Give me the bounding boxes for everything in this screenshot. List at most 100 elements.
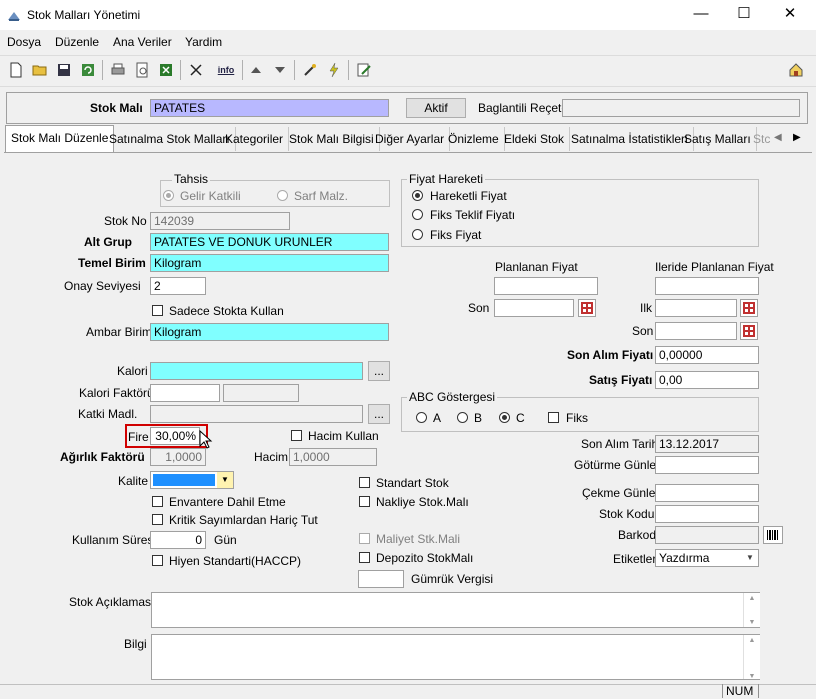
tab-satinalma-istatistikleri[interactable]: Satınalma İstatistikleri: [566, 127, 694, 151]
sadece-stokta-label: Sadece Stokta Kullan: [169, 304, 284, 318]
abc-c-radio[interactable]: [499, 412, 510, 423]
son-alim-tarihi-field: 13.12.2017: [655, 435, 759, 453]
hareketli-fiyat-radio[interactable]: [412, 190, 423, 201]
kritik-checkbox[interactable]: [152, 514, 163, 525]
open-folder-icon[interactable]: [30, 60, 50, 80]
planlanan-fiyat-field[interactable]: [494, 277, 598, 295]
etiketler-select[interactable]: Yazdırma: [655, 549, 759, 567]
bilgi-scrollbar[interactable]: ▲ ▼: [743, 635, 760, 680]
fire-field[interactable]: 30,00%: [150, 427, 200, 445]
alt-grup-field[interactable]: PATATES VE DONUK URUNLER: [150, 233, 389, 251]
bilgi-textarea[interactable]: [151, 634, 760, 680]
close-button[interactable]: ✕: [775, 4, 805, 26]
kullanim-suresi-label: Kullanım Süresi: [72, 533, 157, 547]
chevron-down-icon[interactable]: ▼: [217, 472, 233, 488]
temel-birim-field[interactable]: Kilogram: [150, 254, 389, 272]
calendar-icon[interactable]: [578, 299, 596, 317]
maximize-button[interactable]: ☐: [729, 4, 759, 26]
nakliye-checkbox[interactable]: [359, 496, 370, 507]
ileride-planlanan-field[interactable]: [655, 277, 759, 295]
fiks-fiyat-label: Fiks Fiyat: [430, 228, 482, 242]
toolbar-separator: [102, 60, 103, 80]
hiyen-checkbox[interactable]: [152, 555, 163, 566]
magic-wand-icon[interactable]: [300, 60, 320, 80]
standart-stok-checkbox[interactable]: [359, 477, 370, 488]
lightning-icon[interactable]: [324, 60, 344, 80]
abc-b-radio[interactable]: [457, 412, 468, 423]
aciklama-scrollbar[interactable]: ▲ ▼: [743, 593, 760, 627]
ileride-ilk-field[interactable]: [655, 299, 737, 317]
ambar-birimi-field[interactable]: Kilogram: [150, 323, 389, 341]
delete-icon[interactable]: [186, 60, 206, 80]
minimize-button[interactable]: —: [686, 4, 716, 26]
satis-fiyati-label: Satış Fiyatı: [589, 373, 653, 387]
fiks-fiyat-radio[interactable]: [412, 229, 423, 240]
tab-satinalma-stok-mallari[interactable]: Satınalma Stok Malları: [104, 127, 236, 151]
tab-scroll-right-icon[interactable]: ▶: [793, 132, 801, 143]
tahsis-legend: Tahsis: [172, 172, 211, 186]
kalori-field[interactable]: [150, 362, 363, 380]
gotume-gunleri-field[interactable]: [655, 456, 759, 474]
stok-kodu-field[interactable]: [655, 505, 759, 523]
barcode-icon[interactable]: [763, 526, 783, 544]
print-icon[interactable]: [108, 60, 128, 80]
katki-browse-button[interactable]: ...: [368, 404, 390, 424]
stok-mali-field[interactable]: PATATES: [150, 99, 389, 117]
chevron-down-icon[interactable]: ▼: [746, 553, 754, 562]
kalite-select[interactable]: ▼: [150, 471, 234, 489]
tab-scroll-left-icon[interactable]: ◀: [774, 132, 782, 143]
hacim-field: 1,0000: [289, 448, 377, 466]
menu-ana-veriler[interactable]: Ana Veriler: [113, 35, 172, 49]
home-icon[interactable]: [786, 60, 806, 80]
sadece-stokta-checkbox[interactable]: [152, 305, 163, 316]
fiks-teklif-radio[interactable]: [412, 209, 423, 220]
tab-onizleme[interactable]: Önizleme: [443, 127, 505, 151]
edit-notes-icon[interactable]: [354, 60, 374, 80]
calendar-icon[interactable]: [740, 322, 758, 340]
abc-b-label: B: [474, 411, 483, 425]
info-icon[interactable]: info: [212, 60, 240, 80]
menu-dosya[interactable]: Dosya: [7, 35, 41, 49]
arrow-up-icon[interactable]: [246, 60, 266, 80]
kalori-browse-button[interactable]: ...: [368, 361, 390, 381]
kalori-faktoru-field[interactable]: [150, 384, 220, 402]
tab-kategoriler[interactable]: Kategoriler: [220, 127, 290, 151]
son-alim-fiyati-field[interactable]: 0,00000: [655, 346, 759, 364]
maliyet-checkbox[interactable]: [359, 533, 370, 544]
status-bar: [0, 684, 816, 699]
satis-fiyati-field[interactable]: 0,00: [655, 371, 759, 389]
abc-fiks-checkbox[interactable]: [548, 412, 559, 423]
tab-satis-mallari[interactable]: Satış Malları: [679, 127, 757, 151]
planlanan-son-field[interactable]: [494, 299, 574, 317]
stok-aciklamasi-textarea[interactable]: [151, 592, 760, 628]
kullanim-suresi-field[interactable]: 0: [150, 531, 206, 549]
tab-eldeki-stok[interactable]: Eldeki Stok: [499, 127, 571, 151]
aktif-button[interactable]: Aktif: [406, 98, 466, 118]
refresh-icon[interactable]: [78, 60, 98, 80]
kalori-faktoru-unit-field: [223, 384, 299, 402]
excel-export-icon[interactable]: [156, 60, 176, 80]
print-preview-icon[interactable]: [132, 60, 152, 80]
abc-fiks-label: Fiks: [566, 411, 588, 425]
calendar-icon[interactable]: [740, 299, 758, 317]
cekme-gunleri-field[interactable]: [655, 484, 759, 502]
stok-kodu-label: Stok Kodu: [599, 507, 655, 521]
menu-yardim[interactable]: Yardim: [185, 35, 222, 49]
tahsis-sarf-radio[interactable]: [277, 190, 288, 201]
hacim-kullan-checkbox[interactable]: [291, 430, 302, 441]
new-file-icon[interactable]: [6, 60, 26, 80]
tahsis-gelir-radio[interactable]: [163, 190, 174, 201]
abc-a-radio[interactable]: [416, 412, 427, 423]
envantere-checkbox[interactable]: [152, 496, 163, 507]
onay-seviyesi-field[interactable]: 2: [150, 277, 206, 295]
depozito-checkbox[interactable]: [359, 552, 370, 563]
tab-stc[interactable]: Stc: [748, 127, 775, 151]
ileride-son-field[interactable]: [655, 322, 737, 340]
tab-diger-ayarlar[interactable]: Diğer Ayarlar: [370, 127, 451, 151]
save-icon[interactable]: [54, 60, 74, 80]
menu-duzenle[interactable]: Düzenle: [55, 35, 99, 49]
arrow-down-icon[interactable]: [270, 60, 290, 80]
tab-stok-mali-duzenle[interactable]: Stok Malı Düzenle: [5, 125, 115, 153]
tab-stok-mali-bilgisi[interactable]: Stok Malı Bilgisi: [284, 127, 380, 151]
gumruk-field[interactable]: [358, 570, 404, 588]
